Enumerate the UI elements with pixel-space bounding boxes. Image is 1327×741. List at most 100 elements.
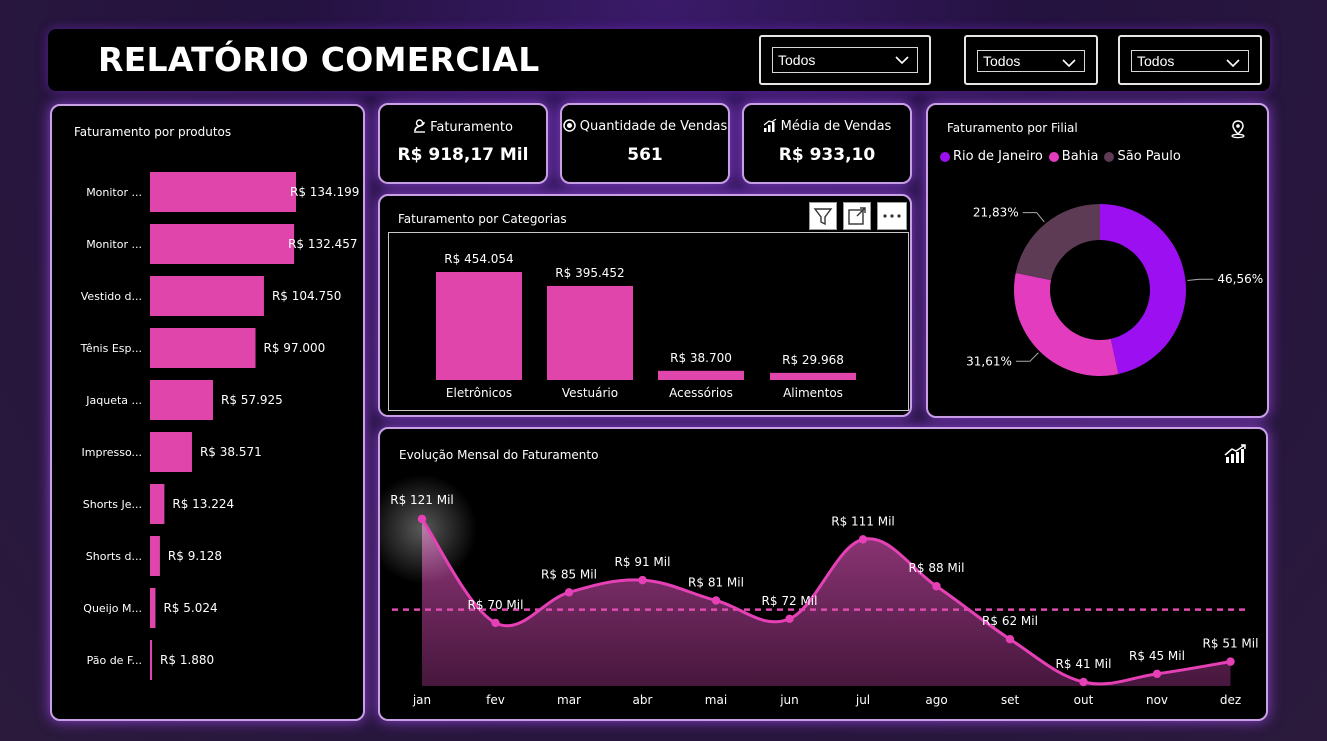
filter-visual-button[interactable] [809, 202, 837, 230]
trend-up-icon [1224, 444, 1246, 463]
product-bar [150, 380, 214, 420]
month-axis-label: nov [1146, 693, 1168, 707]
categories-chart-frame: R$ 454.054 Eletrônicos R$ 395.452 Vestuário… [388, 232, 909, 411]
products-panel-title: Faturamento por produtos [74, 125, 232, 139]
series-point [564, 588, 574, 597]
series-point [711, 596, 721, 605]
series-value-label: R$ 91 Mil [615, 555, 671, 569]
product-category-label: Monitor ... [86, 238, 142, 251]
product-category-label: Tênis Esp... [80, 342, 142, 355]
legend-dot-rio [940, 151, 950, 162]
monthly-area-chart: R$ 121 Mil jan R$ 70 Mil fev R$ 85 Mil mar R$ … [380, 474, 1259, 707]
product-value-label: R$ 38.571 [200, 445, 262, 459]
filter-2-value: Todos [983, 53, 1021, 69]
expand-icon [848, 207, 866, 225]
category-axis-label: Alimentos [783, 386, 843, 400]
series-value-label: R$ 70 Mil [468, 598, 524, 612]
month-axis-label: jul [855, 693, 870, 707]
product-category-label: Shorts d... [86, 550, 142, 563]
series-point [417, 514, 427, 524]
filter-dropdown-1[interactable]: Todos [759, 35, 931, 85]
category-axis-label: Eletrônicos [446, 386, 512, 400]
more-options-icon [883, 214, 901, 218]
category-axis-label: Vestuário [562, 386, 618, 400]
kpi-media-card: Média de Vendas R$ 933,10 [742, 103, 912, 184]
chevron-down-icon [1226, 59, 1240, 68]
series-value-label: R$ 62 Mil [982, 614, 1038, 628]
monthly-panel: Evolução Mensal do Faturamento R$ 121 Mi… [378, 427, 1268, 721]
focus-mode-button[interactable] [843, 202, 871, 230]
month-axis-label: jan [412, 693, 431, 707]
categories-bar-chart: R$ 454.054 Eletrônicos R$ 395.452 Vestuário… [436, 252, 856, 400]
product-bar [150, 536, 160, 576]
series-value-label: R$ 121 Mil [390, 493, 454, 507]
bar-growth-icon [763, 119, 777, 132]
legend-item-rio[interactable]: Rio de Janeiro [940, 149, 1043, 164]
more-options-button[interactable] [877, 202, 907, 230]
kpi-quantidade-card: Quantidade de Vendas 561 [560, 103, 730, 184]
category-axis-label: Acessórios [669, 386, 733, 400]
month-axis-label: mai [705, 693, 727, 707]
month-axis-label: mar [557, 693, 581, 707]
product-category-label: Queijo M... [83, 602, 142, 615]
series-point [785, 614, 794, 624]
legend-label-rio: Rio de Janeiro [953, 149, 1043, 164]
donut-leader-line [1015, 352, 1039, 362]
product-category-label: Vestido d... [81, 290, 142, 303]
category-value-label: R$ 395.452 [555, 266, 624, 280]
legend-label-sao-paulo: São Paulo [1117, 149, 1181, 164]
kpi-faturamento-card: Faturamento R$ 918,17 Mil [378, 103, 548, 184]
category-value-label: R$ 38.700 [670, 351, 732, 365]
kpi-faturamento-label: Faturamento [430, 120, 513, 135]
product-bar [150, 640, 153, 680]
series-point [1005, 635, 1015, 644]
series-value-label: R$ 81 Mil [688, 576, 744, 590]
legend-item-sao-paulo[interactable]: São Paulo [1104, 149, 1181, 164]
product-value-label: R$ 134.199 [290, 185, 359, 199]
series-value-label: R$ 111 Mil [831, 514, 895, 528]
donut-percent-label: 21,83% [973, 206, 1019, 220]
funnel-icon [813, 208, 833, 226]
kpi-faturamento-value: R$ 918,17 Mil [397, 145, 529, 165]
donut-leader-line [1022, 212, 1045, 223]
chevron-down-icon [895, 56, 909, 65]
target-icon [563, 119, 576, 132]
branch-donut-chart: 46,56% 31,61% 21,83% [966, 204, 1263, 376]
category-bar [770, 372, 856, 380]
legend-item-bahia[interactable]: Bahia [1048, 149, 1099, 164]
categories-panel-title: Faturamento por Categorias [398, 212, 567, 226]
location-pin-icon [1231, 120, 1245, 139]
kpi-media-value: R$ 933,10 [778, 145, 876, 165]
month-axis-label: dez [1220, 693, 1241, 707]
donut-slice [1015, 204, 1100, 281]
month-axis-label: ago [925, 693, 947, 707]
series-point [638, 575, 647, 585]
filter-dropdown-2[interactable]: Todos [964, 35, 1098, 85]
legend-label-bahia: Bahia [1061, 149, 1099, 164]
product-bar [150, 172, 296, 212]
series-value-label: R$ 51 Mil [1203, 637, 1259, 651]
product-value-label: R$ 5.024 [163, 601, 217, 615]
donut-slice [1100, 204, 1186, 374]
products-bar-chart: Monitor ... R$ 134.199 Monitor ... R$ 132.4… [80, 172, 359, 680]
category-bar [436, 272, 522, 380]
series-value-label: R$ 72 Mil [762, 594, 818, 608]
category-bar [547, 285, 633, 380]
products-panel: Faturamento por produtos Monitor ... R$ 1… [50, 104, 365, 721]
kpi-media-label: Média de Vendas [780, 119, 892, 134]
product-bar [150, 484, 165, 524]
monthly-panel-title: Evolução Mensal do Faturamento [399, 448, 599, 462]
category-value-label: R$ 29.968 [782, 353, 844, 367]
series-point [1079, 677, 1088, 687]
donut-percent-label: 31,61% [966, 354, 1012, 368]
series-point [1152, 669, 1162, 679]
product-category-label: Impresso... [82, 446, 142, 459]
branch-panel: Faturamento por Filial Rio de Janeiro Ba… [926, 103, 1269, 418]
product-category-label: Shorts Je... [83, 498, 142, 511]
donut-percent-label: 46,56% [1217, 272, 1263, 286]
product-category-label: Monitor ... [86, 186, 142, 199]
donut-slice [1014, 272, 1119, 376]
branch-panel-title: Faturamento por Filial [947, 121, 1078, 135]
month-axis-label: out [1074, 693, 1094, 707]
filter-dropdown-3[interactable]: Todos [1118, 35, 1262, 85]
